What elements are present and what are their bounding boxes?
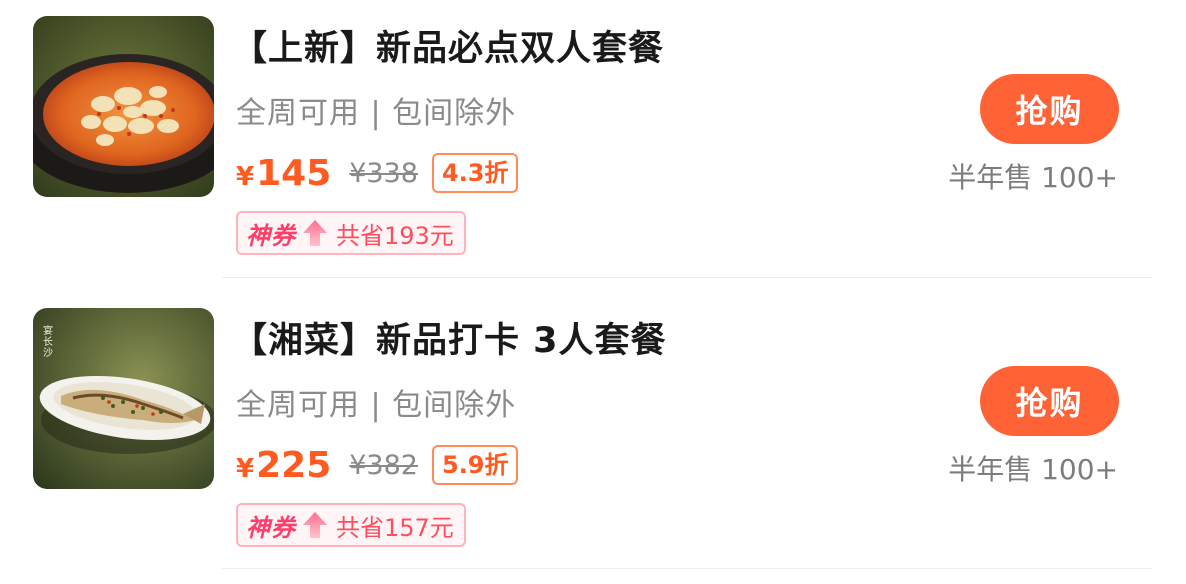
coupon-savings: 共省157元 [336, 513, 454, 542]
discount-badge: 4.3折 [431, 153, 519, 193]
buy-button[interactable]: 抢购 [980, 74, 1119, 144]
price-row: ¥145 ¥338 4.3折 [236, 150, 519, 196]
currency-symbol: ¥ [236, 453, 255, 484]
original-price: ¥382 [349, 449, 418, 481]
divider [222, 277, 1152, 278]
deal-card[interactable]: 宴长沙 【湘菜】新品打卡 3人套餐 全周可用 | 包间除外 ¥225 ¥382 … [0, 292, 1186, 584]
current-price: ¥225 [236, 445, 331, 486]
food-photo-spicy-dish [33, 16, 214, 197]
deal-image[interactable]: 宴长沙 [33, 308, 214, 489]
deal-availability: 全周可用 | 包间除外 [236, 388, 517, 423]
current-price: ¥145 [236, 153, 331, 194]
deal-image[interactable] [33, 16, 214, 197]
deal-title[interactable]: 【上新】新品必点双人套餐 [232, 20, 664, 71]
price-row: ¥225 ¥382 5.9折 [236, 442, 519, 488]
discount-badge: 5.9折 [431, 445, 519, 485]
buy-button[interactable]: 抢购 [980, 366, 1119, 436]
currency-symbol: ¥ [236, 161, 255, 192]
coupon-badge[interactable]: 神券 共省193元 [236, 211, 466, 255]
price-value: 225 [256, 444, 332, 486]
deal-title[interactable]: 【湘菜】新品打卡 3人套餐 [232, 312, 667, 363]
arrow-up-icon [302, 510, 328, 540]
sales-count: 半年售 100+ [948, 161, 1118, 194]
coupon-badge[interactable]: 神券 共省157元 [236, 503, 466, 547]
deal-availability: 全周可用 | 包间除外 [236, 96, 517, 131]
price-value: 145 [256, 152, 332, 194]
coupon-tag: 神券 [246, 513, 296, 542]
divider [222, 568, 1152, 569]
sales-count: 半年售 100+ [948, 453, 1118, 486]
image-caption: 宴长沙 [43, 326, 53, 359]
coupon-tag: 神券 [246, 221, 296, 250]
original-price: ¥338 [349, 157, 418, 189]
food-photo-fish-plate [33, 308, 214, 489]
deal-card[interactable]: 【上新】新品必点双人套餐 全周可用 | 包间除外 ¥145 ¥338 4.3折 … [0, 0, 1186, 292]
coupon-savings: 共省193元 [336, 221, 454, 250]
arrow-up-icon [302, 218, 328, 248]
